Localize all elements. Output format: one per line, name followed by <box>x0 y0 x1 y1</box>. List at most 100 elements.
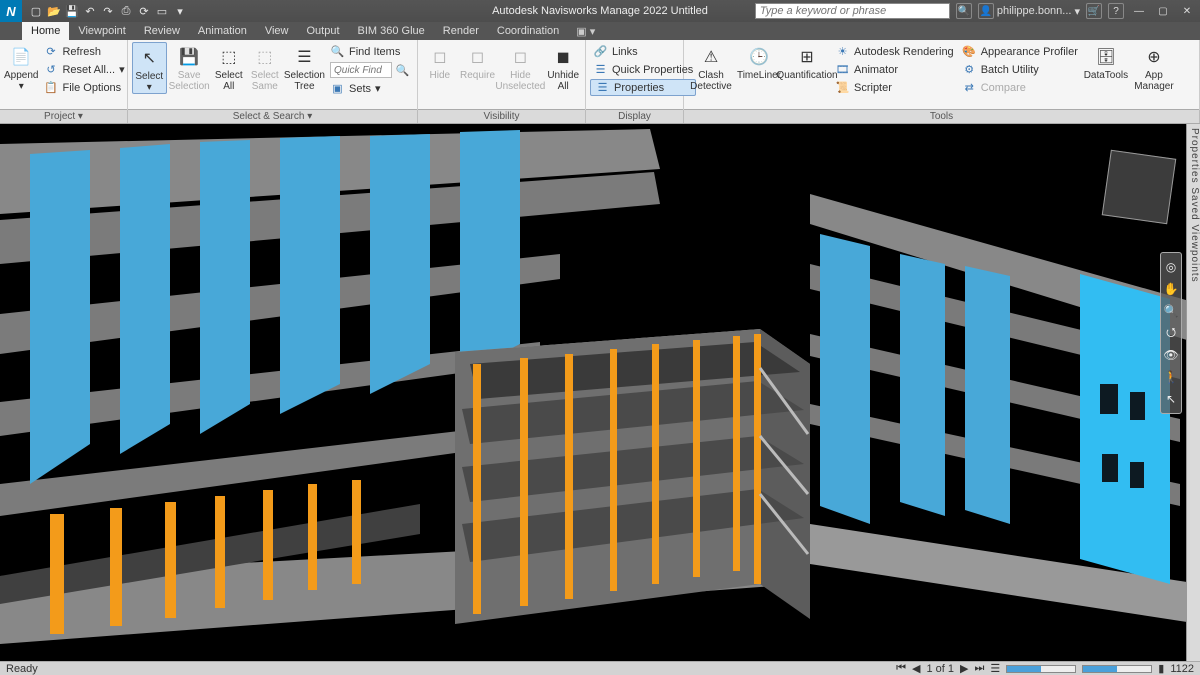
file-options-button[interactable]: 📋File Options <box>40 79 127 96</box>
select-same-button[interactable]: ⬚Select Same <box>248 42 282 92</box>
tab-coordination[interactable]: Coordination <box>488 22 568 40</box>
panel-label-display: Display <box>586 110 684 123</box>
qat-redo-icon[interactable]: ↷ <box>100 3 116 19</box>
app-manager-button[interactable]: ⊕App Manager <box>1131 42 1177 92</box>
links-button[interactable]: 🔗Links <box>590 43 696 60</box>
quick-properties-button[interactable]: ☰Quick Properties <box>590 61 696 78</box>
user-account[interactable]: 👤philippe.bonn...▾ <box>978 3 1080 19</box>
quantification-button[interactable]: ⊞Quantification <box>784 42 830 81</box>
find-items-button[interactable]: 🔍Find Items <box>327 43 413 60</box>
save-selection-button[interactable]: 💾Save Selection <box>169 42 210 92</box>
datatools-icon: 🗄 <box>1093 44 1119 70</box>
properties-icon: ☰ <box>595 80 610 95</box>
pager-last-icon[interactable]: ⏭ <box>975 662 985 675</box>
maximize-button[interactable]: ▢ <box>1154 4 1172 18</box>
timeliner-button[interactable]: 🕒TimeLiner <box>736 42 782 81</box>
user-name: philippe.bonn... <box>997 5 1072 17</box>
help-icon[interactable]: ? <box>1108 3 1124 19</box>
animator-button[interactable]: 🎞Animator <box>832 61 957 78</box>
tab-animation[interactable]: Animation <box>189 22 256 40</box>
minimize-button[interactable]: — <box>1130 4 1148 18</box>
pager-next-icon[interactable]: ▶ <box>960 662 968 675</box>
memory-icon: ▮ <box>1158 662 1164 675</box>
append-button[interactable]: 📄Append▾ <box>4 42 38 92</box>
object-count: 1122 <box>1170 663 1194 675</box>
search-input[interactable] <box>755 3 950 19</box>
hide-unselected-button[interactable]: ◻Hide Unselected <box>497 42 543 92</box>
tab-review[interactable]: Review <box>135 22 189 40</box>
selection-tree-button[interactable]: ☰Selection Tree <box>284 42 325 92</box>
panel-label-project[interactable]: Project ▾ <box>0 110 128 123</box>
pan-icon[interactable]: ✋ <box>1163 281 1179 297</box>
file-options-icon: 📋 <box>43 80 58 95</box>
select-button[interactable]: ↖Select▾ <box>132 42 167 94</box>
quick-find-icon[interactable]: 🔍 <box>395 63 410 78</box>
timeliner-icon: 🕒 <box>746 44 772 70</box>
append-icon: 📄 <box>8 44 34 70</box>
datatools-button[interactable]: 🗄DataTools <box>1083 42 1129 81</box>
tab-bim360[interactable]: BIM 360 Glue <box>349 22 434 40</box>
steering-wheel-icon[interactable]: ◎ <box>1163 259 1179 275</box>
qat-undo-icon[interactable]: ↶ <box>82 3 98 19</box>
pager-prev-icon[interactable]: ◀ <box>912 662 920 675</box>
search-icon[interactable]: 🔍 <box>956 3 972 19</box>
walk-icon[interactable]: 🚶 <box>1163 369 1179 385</box>
user-icon: 👤 <box>978 3 994 19</box>
select-all-button[interactable]: ⬚Select All <box>212 42 246 92</box>
unhide-all-button[interactable]: ◼Unhide All <box>545 42 581 92</box>
side-tabs[interactable]: Properties Saved Viewpoints <box>1186 124 1200 661</box>
app-icon[interactable]: N <box>0 0 22 22</box>
refresh-button[interactable]: ⟳Refresh <box>40 43 127 60</box>
panel-label-select-search[interactable]: Select & Search ▾ <box>128 110 418 123</box>
tab-home[interactable]: Home <box>22 22 69 40</box>
appearance-profiler-button[interactable]: 🎨Appearance Profiler <box>959 43 1081 60</box>
panel-label-visibility: Visibility <box>418 110 586 123</box>
links-icon: 🔗 <box>593 44 608 59</box>
tab-view[interactable]: View <box>256 22 298 40</box>
orbit-icon[interactable]: ⭯ <box>1163 325 1179 341</box>
scripter-button[interactable]: 📜Scripter <box>832 79 957 96</box>
qat-more-icon[interactable]: ▾ <box>172 3 188 19</box>
hide-icon: ◻ <box>427 44 453 70</box>
close-button[interactable]: ✕ <box>1178 4 1196 18</box>
autodesk-rendering-button[interactable]: ☀Autodesk Rendering <box>832 43 957 60</box>
qat-refresh-icon[interactable]: ⟳ <box>136 3 152 19</box>
qat-print-icon[interactable]: ⎙ <box>118 3 134 19</box>
look-icon[interactable]: 👁 <box>1163 347 1179 363</box>
tab-output[interactable]: Output <box>298 22 349 40</box>
compare-button[interactable]: ⇄Compare <box>959 79 1081 96</box>
hide-unselected-icon: ◻ <box>507 44 533 70</box>
qat-select-icon[interactable]: ▭ <box>154 3 170 19</box>
require-button[interactable]: ◻Require <box>460 42 496 81</box>
pager-first-icon[interactable]: ⏮ <box>896 662 906 675</box>
qat-save-icon[interactable]: 💾 <box>64 3 80 19</box>
clash-icon: ⚠ <box>698 44 724 70</box>
ribbon-collapse-icon[interactable]: ▣ ▾ <box>576 25 595 38</box>
unhide-icon: ◼ <box>550 44 576 70</box>
reset-all-button[interactable]: ↺Reset All... ▾ <box>40 61 127 78</box>
navigation-bar: ◎ ✋ 🔍 ⭯ 👁 🚶 ↖ <box>1160 252 1182 414</box>
tab-viewpoint[interactable]: Viewpoint <box>69 22 135 40</box>
sheet-icon[interactable]: ☰ <box>990 662 1000 675</box>
progress-bar-2 <box>1082 665 1152 673</box>
cart-icon[interactable]: 🛒 <box>1086 3 1102 19</box>
save-selection-icon: 💾 <box>176 44 202 70</box>
quick-find-row: 🔍 <box>327 61 413 79</box>
select-icon[interactable]: ↖ <box>1163 391 1179 407</box>
hide-button[interactable]: ◻Hide <box>422 42 458 81</box>
pager-text: 1 of 1 <box>927 663 955 675</box>
tab-render[interactable]: Render <box>434 22 488 40</box>
qat-open-icon[interactable]: 📂 <box>46 3 62 19</box>
sets-button[interactable]: ▣Sets ▾ <box>327 80 413 97</box>
properties-button[interactable]: ☰Properties <box>590 79 696 96</box>
animator-icon: 🎞 <box>835 62 850 77</box>
3d-viewport[interactable]: Properties Saved Viewpoints ◎ ✋ 🔍 ⭯ 👁 🚶 … <box>0 124 1200 661</box>
batch-utility-button[interactable]: ⚙Batch Utility <box>959 61 1081 78</box>
view-cube[interactable] <box>1102 150 1177 225</box>
quick-find-input[interactable] <box>330 62 392 78</box>
clash-detective-button[interactable]: ⚠Clash Detective <box>688 42 734 92</box>
scripter-icon: 📜 <box>835 80 850 95</box>
zoom-icon[interactable]: 🔍 <box>1163 303 1179 319</box>
qat-new-icon[interactable]: ▢ <box>28 3 44 19</box>
require-icon: ◻ <box>465 44 491 70</box>
